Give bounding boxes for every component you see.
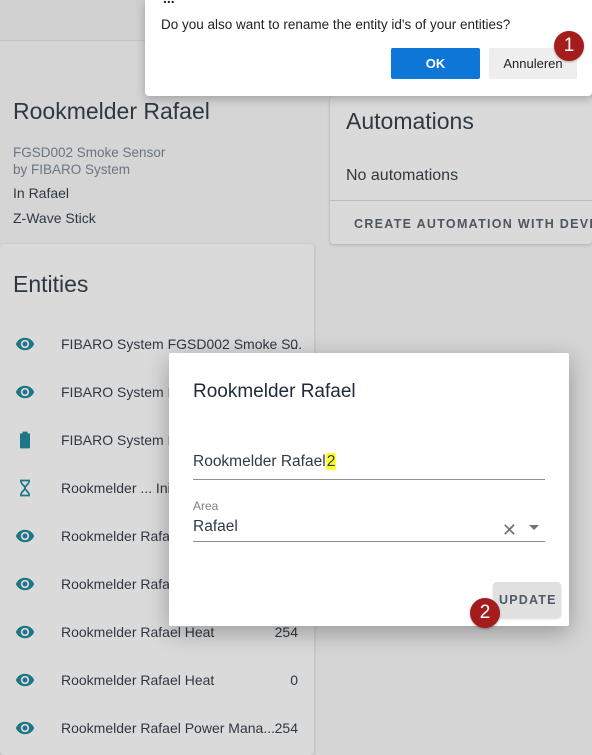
device-name-input[interactable]: Rookmelder Rafael2 bbox=[193, 453, 545, 480]
device-settings-dialog: Rookmelder Rafael Rookmelder Rafael2 Are… bbox=[169, 353, 569, 626]
rename-confirm-dialog: ... Do you also want to rename the entit… bbox=[145, 0, 592, 96]
chevron-down-icon[interactable] bbox=[529, 525, 539, 530]
step-marker-2: 2 bbox=[470, 598, 500, 628]
confirm-dialog-text: Do you also want to rename the entity id… bbox=[161, 17, 511, 32]
step-marker-1: 1 bbox=[554, 31, 584, 61]
ok-button[interactable]: OK bbox=[391, 48, 480, 79]
dialog-title: Rookmelder Rafael bbox=[193, 381, 356, 402]
area-label: Area bbox=[193, 499, 219, 513]
area-value: Rafael bbox=[193, 518, 238, 535]
device-name-value: Rookmelder Rafael2 bbox=[193, 453, 337, 470]
device-name-base: Rookmelder Rafael bbox=[193, 453, 326, 470]
device-name-highlight: 2 bbox=[325, 453, 337, 470]
update-button[interactable]: UPDATE bbox=[493, 582, 561, 618]
area-select[interactable]: Rafael ✕ bbox=[193, 516, 545, 542]
clear-icon[interactable]: ✕ bbox=[502, 520, 517, 541]
confirm-dialog-title: ... bbox=[163, 0, 175, 6]
